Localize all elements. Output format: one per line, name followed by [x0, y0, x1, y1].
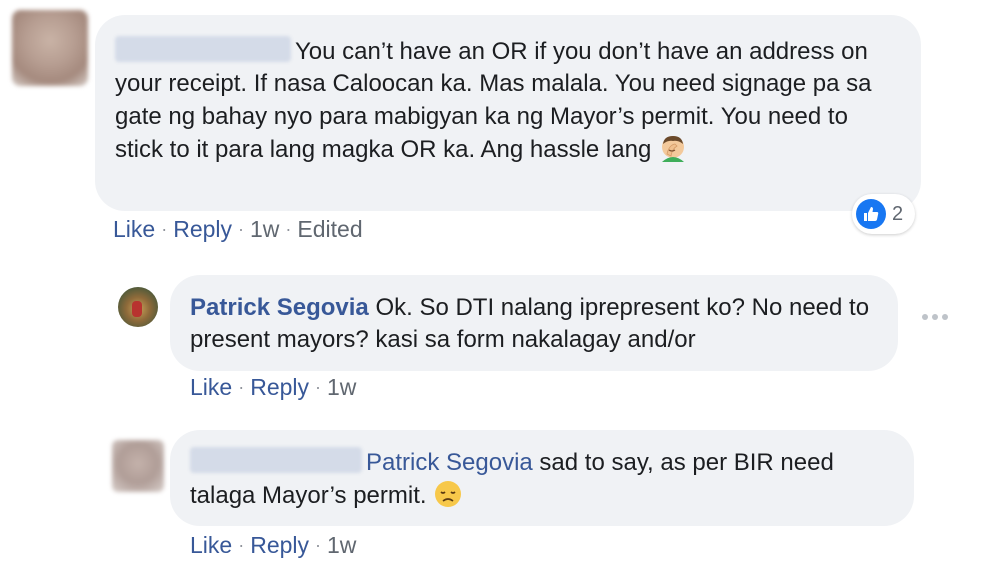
- reply-link[interactable]: Reply: [250, 532, 309, 559]
- separator-dot: ·: [161, 219, 168, 239]
- author-name[interactable]: Patrick Segovia: [190, 294, 369, 321]
- comment-actions: Like · Reply · 1w: [190, 374, 356, 401]
- like-link[interactable]: Like: [190, 374, 232, 401]
- reply-link[interactable]: Reply: [250, 374, 309, 401]
- author-name-redacted[interactable]: [115, 36, 291, 62]
- separator-dot: ·: [238, 219, 245, 239]
- reaction-count: 2: [892, 202, 904, 225]
- reply-link[interactable]: Reply: [173, 216, 232, 243]
- comment-actions: Like · Reply · 1w · Edited: [113, 216, 363, 243]
- mention-link[interactable]: Patrick Segovia: [366, 449, 533, 476]
- separator-dot: ·: [315, 377, 322, 397]
- comment-text-container: Patrick Segovia sad to say, as per BIR n…: [190, 447, 894, 519]
- avatar[interactable]: [118, 287, 158, 327]
- timestamp[interactable]: 1w: [327, 532, 356, 559]
- comment-text-container: You can’t have an OR if you don’t have a…: [115, 36, 899, 173]
- avatar[interactable]: [112, 440, 164, 492]
- comment-bubble: Patrick Segovia sad to say, as per BIR n…: [170, 430, 914, 526]
- thumbs-up-icon: [856, 199, 886, 229]
- avatar[interactable]: [12, 10, 88, 86]
- edited-label[interactable]: Edited: [297, 216, 362, 243]
- face-palm-emoji: [658, 133, 688, 172]
- author-name-redacted[interactable]: [190, 447, 362, 473]
- like-link[interactable]: Like: [190, 532, 232, 559]
- like-link[interactable]: Like: [113, 216, 155, 243]
- disappointed-face-emoji: [433, 479, 463, 518]
- timestamp[interactable]: 1w: [250, 216, 279, 243]
- separator-dot: ·: [315, 535, 322, 555]
- comment-text-container: Patrick Segovia Ok. So DTI nalang iprepr…: [190, 292, 878, 357]
- comment-bubble: You can’t have an OR if you don’t have a…: [95, 15, 921, 211]
- comment-actions: Like · Reply · 1w: [190, 532, 356, 559]
- more-options-icon[interactable]: [922, 312, 948, 322]
- separator-dot: ·: [238, 535, 245, 555]
- reaction-count-badge[interactable]: 2: [852, 194, 916, 234]
- comment-bubble: Patrick Segovia Ok. So DTI nalang iprepr…: [170, 275, 898, 371]
- timestamp[interactable]: 1w: [327, 374, 356, 401]
- separator-dot: ·: [285, 219, 292, 239]
- separator-dot: ·: [238, 377, 245, 397]
